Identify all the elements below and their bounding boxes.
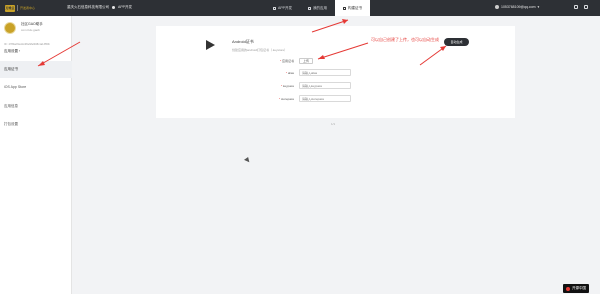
- top-tabs: APP开发 我的应用 构建证书: [265, 0, 371, 16]
- cert-description: 创建应用的android打包证书（.keystore）: [232, 48, 288, 52]
- alias-label: * alias: [285, 71, 294, 75]
- logo-mark: 万维云: [5, 4, 15, 12]
- top-icons: [574, 5, 588, 9]
- alias-label-text: alias: [287, 71, 294, 75]
- avatar: [495, 5, 499, 9]
- tab-label: 构建证书: [348, 5, 363, 10]
- storepass-label: * storepass: [278, 97, 294, 101]
- auto-generate-button[interactable]: 自动生成: [444, 38, 469, 46]
- app-icon: [4, 22, 16, 34]
- cert-title: Android证书: [232, 39, 254, 44]
- top-bar: 万维云 开发者中心 重庆火石信息科技有限公司 APP开发 APP开发 我的应用 …: [0, 0, 600, 16]
- cert-file-label-text: 应用证书: [281, 59, 294, 63]
- app-dev-icon: [112, 6, 115, 9]
- alias-input[interactable]: [299, 69, 351, 76]
- account-menu[interactable]: 1053768109@qq.com ▾: [495, 5, 539, 9]
- headset-icon[interactable]: [584, 5, 588, 9]
- company-selector[interactable]: 重庆火石信息科技有限公司 APP开发: [67, 5, 132, 10]
- watermark-text: 开源中国: [572, 286, 586, 290]
- logo-divider: [17, 5, 18, 11]
- chevron-down-icon: ▾: [537, 5, 540, 9]
- sidebar-item-pack-settings[interactable]: 打包设置: [0, 116, 72, 133]
- account-email: 1053768109@qq.com: [501, 5, 536, 9]
- app-icon: [273, 6, 276, 10]
- sidebar-item-ios-app-store[interactable]: iOS App Store: [0, 79, 72, 96]
- upload-button[interactable]: 上传: [299, 58, 313, 64]
- storepass-label-text: storepass: [280, 97, 294, 101]
- tab-label: 我的应用: [313, 5, 328, 10]
- tab-my-apps[interactable]: 我的应用: [300, 0, 335, 16]
- certificate-icon: [343, 6, 347, 10]
- mouse-cursor-icon: [244, 157, 251, 164]
- logo-subtitle: 开发者中心: [20, 6, 36, 10]
- chevron-right-icon: ›: [18, 49, 21, 53]
- brand-logo[interactable]: 万维云 开发者中心: [5, 4, 49, 12]
- pager[interactable]: 1/1: [331, 122, 335, 126]
- tab-app-dev[interactable]: APP开发: [265, 0, 300, 16]
- tab-build-cert[interactable]: 构建证书: [335, 0, 371, 16]
- section-title-label: 应用设置: [4, 49, 18, 53]
- sidebar-item-app-cert[interactable]: 应用证书: [0, 61, 72, 78]
- sidebar: 社区GAO助手 com.fulu.gaob ID : 2780a2f1a11c4…: [0, 16, 72, 294]
- section-title[interactable]: 应用设置 ›: [4, 49, 20, 54]
- keypass-label: * keypass: [280, 84, 294, 88]
- tab-label: APP开发: [278, 5, 293, 10]
- watermark-logo-icon: [566, 286, 570, 291]
- app-dev-label: APP开发: [118, 5, 133, 9]
- watermark: 开源中国: [563, 284, 589, 293]
- company-name: 重庆火石信息科技有限公司: [67, 5, 109, 9]
- annotation-text: 可以自己创建了上传，也可以自动生成: [371, 37, 439, 42]
- keypass-input[interactable]: [299, 82, 351, 89]
- android-play-icon: [206, 40, 215, 50]
- keypass-label-text: keypass: [282, 84, 294, 88]
- app-package: com.fulu.gaob: [21, 28, 40, 32]
- app-id: ID : 2780a2f1a11c4f0eb8e9fd8c1a13f50b: [4, 43, 50, 46]
- cert-file-label: * 应用证书: [279, 59, 294, 63]
- app-name: 社区GAO助手: [21, 22, 43, 26]
- storepass-input[interactable]: [299, 95, 351, 102]
- apps-icon: [308, 6, 312, 10]
- bell-icon[interactable]: [574, 5, 578, 9]
- arrowhead: [342, 19, 348, 24]
- sidebar-item-app-info[interactable]: 应用信息: [0, 98, 72, 115]
